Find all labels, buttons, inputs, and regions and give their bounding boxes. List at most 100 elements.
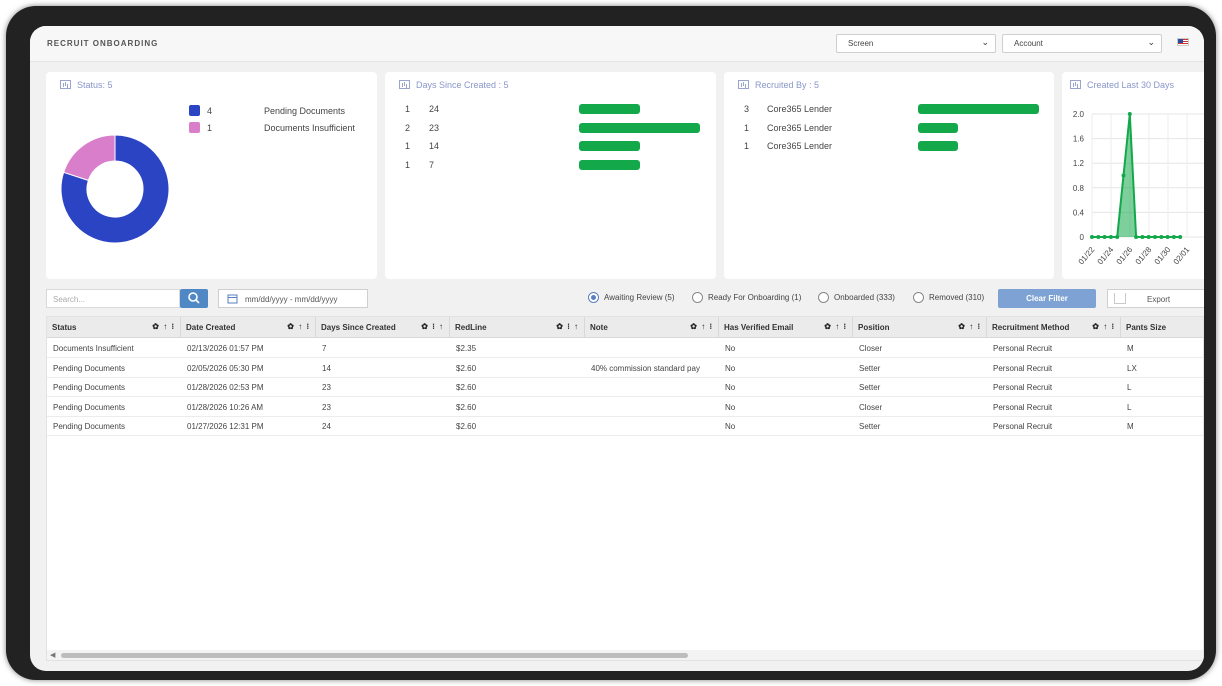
search-placeholder: Search...: [53, 295, 86, 304]
column-header[interactable]: Days Since Created ✿ ⁝ ↑: [316, 317, 450, 338]
table-cell: No: [725, 383, 736, 392]
days-card-title-text: Days Since Created : 5: [416, 80, 509, 90]
column-tools-icons[interactable]: ✿ ⁝ ↑: [556, 322, 579, 331]
x-tick-label: 01/22: [1077, 245, 1097, 267]
data-point: [1134, 235, 1139, 239]
chart-icon: [399, 80, 410, 89]
column-header[interactable]: Position ✿ ↑ ⁝: [853, 317, 987, 338]
status-filter-radio[interactable]: Removed (310): [913, 292, 985, 303]
account-select[interactable]: Account ⌄: [1002, 34, 1162, 53]
row-count: 2: [405, 122, 411, 133]
row-label: 7: [429, 159, 435, 170]
table-cell: $2.35: [456, 344, 477, 353]
table-cell: 40% commission standard pay: [591, 363, 700, 373]
radio-circle-icon: [588, 292, 599, 303]
scrollbar-thumb[interactable]: [61, 653, 688, 658]
created-card-title-text: Created Last 30 Days: [1087, 80, 1175, 90]
status-filter-radio[interactable]: Onboarded (333): [818, 292, 895, 303]
table-row[interactable]: Pending Documents 01/28/2026 02:53 PM 23 $2…: [47, 378, 1203, 397]
status-filter-radio[interactable]: Awaiting Review (5): [588, 292, 675, 303]
column-header-label: Position: [858, 323, 890, 332]
filter-toolbar: Search... mm/dd/yyyy - mm/dd/yyyy Awaiti…: [30, 289, 1204, 311]
column-header-label: Date Created: [186, 323, 236, 332]
column-header[interactable]: Recruitment Method ✿ ↑ ⁝: [987, 317, 1121, 338]
export-label: Export: [1147, 295, 1171, 304]
screen-select[interactable]: Screen ⌄: [836, 34, 996, 53]
data-point: [1115, 235, 1120, 239]
table-row[interactable]: Pending Documents 01/27/2026 12:31 PM 24 $2…: [47, 417, 1203, 436]
row-bar: [918, 122, 959, 133]
search-icon: [188, 292, 200, 304]
column-tools-icons[interactable]: ✿ ⁝ ↑: [421, 322, 444, 331]
data-point: [1178, 235, 1183, 239]
table-cell: 01/27/2026 12:31 PM: [187, 422, 264, 431]
column-header[interactable]: Note ✿ ↑ ⁝: [585, 317, 719, 338]
column-tools-icons[interactable]: ✿ ↑ ⁝: [824, 322, 847, 331]
radio-label: Onboarded (333): [834, 293, 895, 302]
table-row[interactable]: Documents Insufficient 02/13/2026 01:57 P…: [47, 339, 1203, 358]
y-tick-label: 0.4: [1073, 208, 1085, 217]
recruited-by-card: Recruited By : 5 3 Core365 Lender 1 Core365…: [724, 72, 1054, 279]
status-card-title-text: Status: 5: [77, 80, 113, 90]
page-title: RECRUIT ONBOARDING: [47, 39, 159, 48]
data-point: [1153, 235, 1157, 239]
row-count: 1: [744, 141, 750, 151]
radio-label: Ready For Onboarding (1): [708, 293, 802, 302]
row-label: 23: [429, 122, 440, 133]
row-bar: [579, 159, 640, 170]
radio-label: Awaiting Review (5): [604, 293, 675, 302]
status-card-title: Status: 5: [60, 80, 113, 90]
column-header[interactable]: Has Verified Email ✿ ↑ ⁝: [719, 317, 853, 338]
column-header[interactable]: Status ✿ ↑ ⁝: [47, 317, 181, 338]
search-input[interactable]: Search...: [46, 289, 180, 308]
status-card: Status: 5 4 Pending Documents 1 Documents I…: [46, 72, 377, 279]
column-tools-icons[interactable]: ✿ ↑ ⁝: [958, 322, 981, 331]
column-tools-icons[interactable]: ✿ ↑ ⁝: [690, 322, 713, 331]
chevron-down-icon: ⌄: [1147, 37, 1155, 47]
status-donut-chart: [60, 134, 170, 244]
radio-circle-icon: [692, 292, 703, 303]
search-button[interactable]: [180, 289, 208, 308]
table-cell: 01/28/2026 10:26 AM: [187, 402, 264, 412]
row-count: 1: [405, 159, 411, 170]
column-tools-icons[interactable]: ✿ ↑ ⁝: [1092, 322, 1115, 331]
table-cell: $2.60: [456, 363, 477, 373]
column-header[interactable]: Pants Size: [1121, 317, 1204, 338]
us-flag-icon[interactable]: [1177, 38, 1189, 46]
calendar-icon: [227, 294, 238, 304]
column-header[interactable]: RedLine ✿ ⁝ ↑: [450, 317, 585, 338]
series-line: [1092, 113, 1181, 238]
x-tick-label: 02/01: [1172, 245, 1192, 267]
column-tools-icons[interactable]: ✿ ↑ ⁝: [152, 322, 175, 331]
column-header-label: Recruitment Method: [992, 323, 1070, 332]
table-row[interactable]: Pending Documents 01/28/2026 10:26 AM 23 $2…: [47, 398, 1203, 417]
date-range-input[interactable]: mm/dd/yyyy - mm/dd/yyyy: [218, 289, 368, 308]
radio-label: Removed (310): [929, 293, 985, 302]
row-label: 24: [429, 104, 440, 114]
days-since-created-card: Days Since Created : 5 1 24 2 23 1 14 1 7: [385, 72, 716, 279]
status-filter-radio[interactable]: Ready For Onboarding (1): [692, 292, 802, 303]
x-tick-label: 01/28: [1134, 245, 1154, 267]
table-header: Status ✿ ↑ ⁝ Date Created ✿ ↑ ⁝ Days Since C…: [47, 317, 1203, 338]
created-card-title: Created Last 30 Days: [1070, 80, 1174, 90]
data-point: [1159, 235, 1164, 239]
horizontal-scrollbar[interactable]: ◀: [47, 650, 1203, 660]
table-cell: Pending Documents: [53, 363, 126, 373]
column-tools-icons[interactable]: ✿ ↑ ⁝: [287, 322, 310, 331]
table-row[interactable]: Pending Documents 02/05/2026 05:30 PM 14 $2…: [47, 359, 1203, 378]
export-button[interactable]: Export: [1107, 289, 1204, 308]
radio-circle-icon: [818, 292, 829, 303]
table-cell: 02/13/2026 01:57 PM: [187, 344, 264, 353]
chart-icon: [60, 80, 71, 89]
table-cell: Personal Recruit: [993, 402, 1053, 412]
download-icon: [1114, 293, 1126, 304]
scroll-left-icon[interactable]: ◀: [50, 651, 55, 659]
column-header[interactable]: Date Created ✿ ↑ ⁝: [181, 317, 316, 338]
clear-filter-button[interactable]: Clear Filter: [998, 289, 1096, 308]
data-point: [1096, 235, 1101, 239]
row-bar: [579, 104, 640, 114]
table-cell: 01/28/2026 02:53 PM: [187, 383, 264, 392]
table-cell: L: [1127, 402, 1132, 412]
x-tick-label: 01/24: [1096, 245, 1116, 267]
row-bar: [918, 141, 959, 151]
